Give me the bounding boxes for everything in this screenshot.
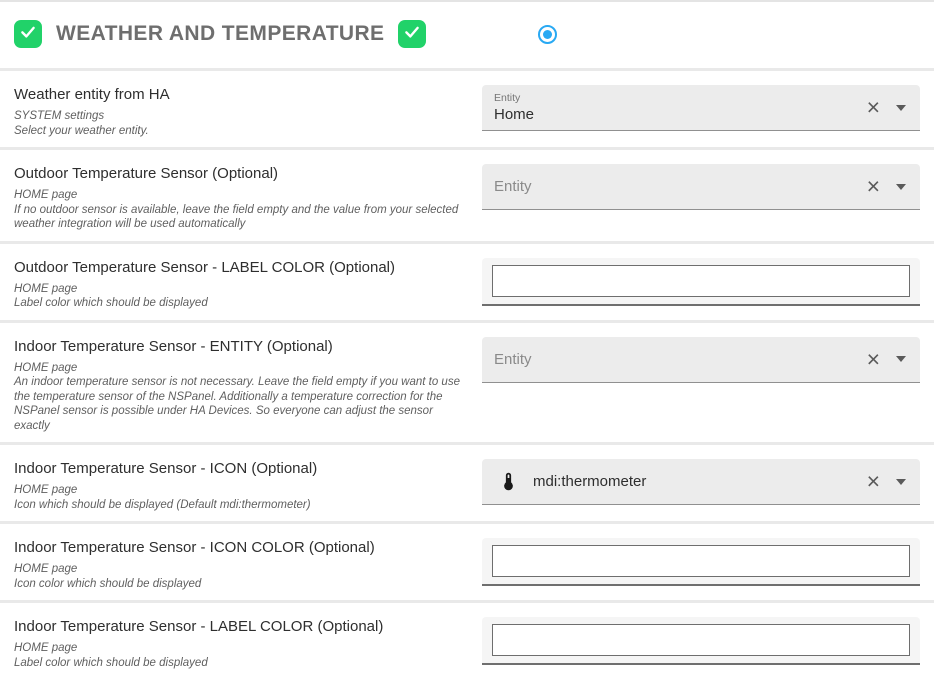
setting-description: Icon color which should be displayed — [14, 577, 467, 592]
setting-description: If no outdoor sensor is available, leave… — [14, 203, 467, 232]
check-icon — [19, 23, 37, 46]
chevron-down-icon[interactable] — [896, 356, 906, 362]
setting-description: Icon which should be displayed (Default … — [14, 498, 467, 513]
setting-title: Indoor Temperature Sensor - ENTITY (Opti… — [14, 338, 467, 355]
setting-description: Label color which should be displayed — [14, 296, 467, 311]
indoor-icon-select[interactable]: mdi:thermometer × — [482, 459, 920, 505]
setting-title: Indoor Temperature Sensor - LABEL COLOR … — [14, 618, 467, 635]
setting-title: Weather entity from HA — [14, 86, 467, 103]
chevron-down-icon[interactable] — [896, 184, 906, 190]
setting-context: HOME page — [14, 562, 467, 577]
outdoor-label-color-input[interactable] — [492, 265, 910, 297]
weather-entity-select[interactable]: Entity Home × — [482, 85, 920, 131]
setting-description: Label color which should be displayed — [14, 656, 467, 671]
setting-description: An indoor temperature sensor is not nece… — [14, 375, 467, 433]
chevron-down-icon[interactable] — [896, 479, 906, 485]
indoor-label-color-input[interactable] — [492, 624, 910, 656]
chevron-down-icon[interactable] — [896, 105, 906, 111]
clear-icon[interactable]: × — [867, 470, 880, 493]
setting-row-indoor-entity: Indoor Temperature Sensor - ENTITY (Opti… — [0, 320, 934, 443]
setting-row-weather-entity: Weather entity from HA SYSTEM settings S… — [0, 68, 934, 147]
outdoor-label-color-field — [482, 258, 920, 306]
select-label: Entity — [494, 92, 534, 104]
clear-icon[interactable]: × — [867, 175, 880, 198]
page-title: WEATHER AND TEMPERATURE — [56, 22, 384, 46]
setting-context: HOME page — [14, 483, 467, 498]
setting-row-indoor-icon-color: Indoor Temperature Sensor - ICON COLOR (… — [0, 521, 934, 600]
setting-context: HOME page — [14, 361, 467, 376]
select-placeholder: Entity — [494, 351, 532, 368]
setting-context: HOME page — [14, 188, 467, 203]
setting-title: Indoor Temperature Sensor - ICON COLOR (… — [14, 539, 467, 556]
radio-button-selected[interactable] — [538, 25, 557, 44]
indoor-entity-select[interactable]: Entity × — [482, 337, 920, 383]
section-checkbox-right[interactable] — [398, 20, 426, 48]
outdoor-entity-select[interactable]: Entity × — [482, 164, 920, 210]
select-placeholder: Entity — [494, 178, 532, 195]
select-value: mdi:thermometer — [533, 473, 646, 490]
select-value: Home — [494, 106, 534, 123]
check-icon — [403, 23, 421, 46]
indoor-icon-color-field — [482, 538, 920, 586]
indoor-icon-color-input[interactable] — [492, 545, 910, 577]
setting-title: Indoor Temperature Sensor - ICON (Option… — [14, 460, 467, 477]
setting-context: HOME page — [14, 641, 467, 656]
thermometer-icon — [498, 471, 519, 492]
section-header: WEATHER AND TEMPERATURE — [0, 2, 934, 68]
setting-row-outdoor-sensor: Outdoor Temperature Sensor (Optional) HO… — [0, 147, 934, 241]
setting-context: SYSTEM settings — [14, 109, 467, 124]
indoor-label-color-field — [482, 617, 920, 665]
setting-title: Outdoor Temperature Sensor (Optional) — [14, 165, 467, 182]
radio-dot-icon — [543, 30, 552, 39]
clear-icon[interactable]: × — [867, 348, 880, 371]
clear-icon[interactable]: × — [867, 96, 880, 119]
section-checkbox-left[interactable] — [14, 20, 42, 48]
setting-row-outdoor-label-color: Outdoor Temperature Sensor - LABEL COLOR… — [0, 241, 934, 320]
setting-description: Select your weather entity. — [14, 124, 467, 139]
setting-context: HOME page — [14, 282, 467, 297]
setting-row-indoor-icon: Indoor Temperature Sensor - ICON (Option… — [0, 442, 934, 521]
setting-title: Outdoor Temperature Sensor - LABEL COLOR… — [14, 259, 467, 276]
